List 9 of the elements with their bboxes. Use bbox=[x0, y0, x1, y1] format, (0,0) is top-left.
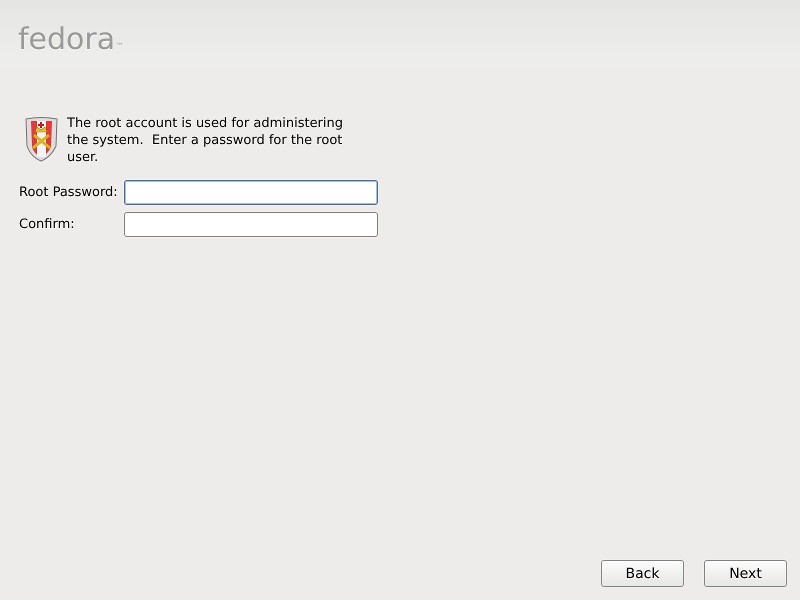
password-field[interactable] bbox=[124, 180, 378, 205]
password-field[interactable] bbox=[124, 212, 378, 237]
intro-text: The root account is used for administering the system. Enter a password for the root user. bbox=[67, 115, 344, 166]
fedora-logo: fedora bbox=[18, 22, 116, 58]
shield-icon bbox=[23, 116, 60, 162]
field-label: Confirm: bbox=[19, 217, 76, 232]
nav-button[interactable]: Back bbox=[601, 560, 684, 587]
nav-button[interactable]: Next bbox=[704, 560, 787, 587]
field-label: Root Password: bbox=[19, 185, 119, 200]
